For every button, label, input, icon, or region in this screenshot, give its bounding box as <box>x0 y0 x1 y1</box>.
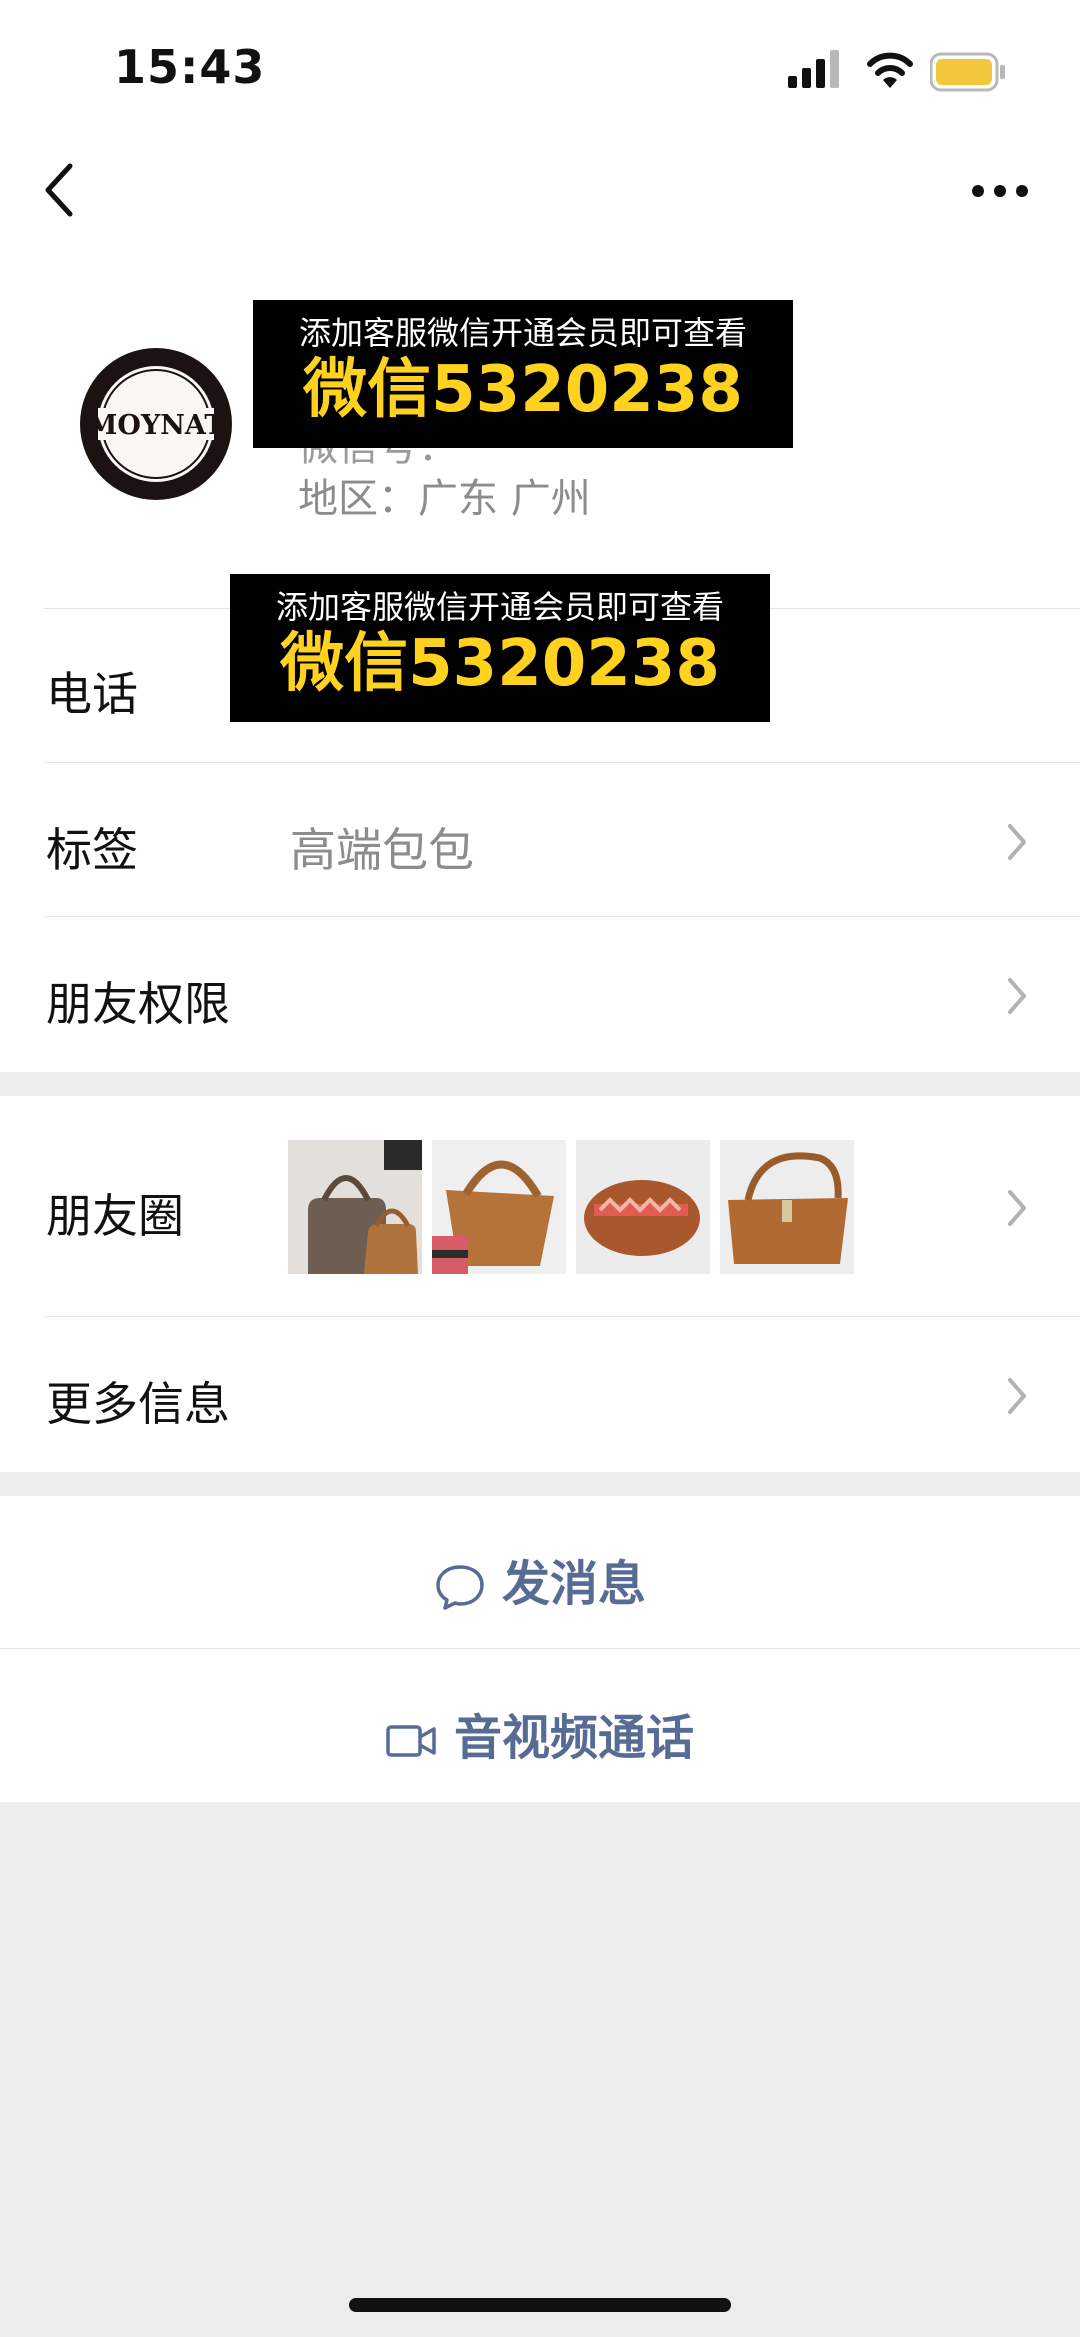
chat-bubble-icon <box>436 1565 484 1610</box>
more-info-label: 更多信息 <box>46 1377 230 1431</box>
video-camera-icon <box>386 1725 436 1757</box>
divider <box>0 1648 1080 1649</box>
back-chevron-icon[interactable] <box>40 160 80 220</box>
promo-wechat-number: 微信5320238 <box>303 353 743 427</box>
divider <box>44 1316 1080 1317</box>
chevron-right-icon <box>1008 1378 1026 1414</box>
promo-text: 添加客服微信开通会员即可查看 <box>298 314 747 352</box>
region-text: 地区：广东 广州 <box>298 476 591 522</box>
svg-text:MOYNAT: MOYNAT <box>88 410 225 441</box>
friend-permissions-label: 朋友权限 <box>46 977 230 1031</box>
more-options-icon[interactable] <box>970 176 1030 206</box>
tags-row[interactable] <box>0 764 1080 916</box>
video-call-label: 音视频通话 <box>453 1710 694 1766</box>
status-time: 15:43 <box>114 40 266 94</box>
promo-overlay-phone: 添加客服微信开通会员即可查看 微信5320238 <box>230 574 770 722</box>
phone-label: 电话 <box>46 667 138 721</box>
moments-thumbnail[interactable] <box>432 1140 566 1274</box>
tags-label: 标签 <box>46 823 138 877</box>
cellular-signal-icon <box>788 50 839 88</box>
home-indicator[interactable] <box>349 2298 731 2312</box>
moments-thumbnail[interactable] <box>720 1140 854 1274</box>
chevron-right-icon <box>1008 824 1026 860</box>
wifi-icon <box>867 52 913 88</box>
promo-overlay-top: 添加客服微信开通会员即可查看 微信5320238 <box>253 300 793 448</box>
battery-icon <box>930 52 1005 92</box>
tags-value: 高端包包 <box>290 823 474 877</box>
moments-label: 朋友圈 <box>46 1189 184 1243</box>
promo-wechat-number: 微信5320238 <box>280 627 720 701</box>
chevron-right-icon <box>1008 978 1026 1014</box>
moments-thumbnail[interactable] <box>576 1140 710 1274</box>
chevron-right-icon <box>1008 1190 1026 1226</box>
send-message-button[interactable]: 发消息 <box>0 1544 1080 1614</box>
moments-thumbnail[interactable] <box>288 1140 422 1274</box>
send-message-label: 发消息 <box>501 1556 646 1612</box>
divider <box>44 762 1080 763</box>
divider <box>44 916 1080 917</box>
contact-avatar[interactable]: MOYNAT <box>78 346 234 502</box>
promo-text: 添加客服微信开通会员即可查看 <box>275 588 724 626</box>
video-call-button[interactable]: 音视频通话 <box>0 1698 1080 1768</box>
